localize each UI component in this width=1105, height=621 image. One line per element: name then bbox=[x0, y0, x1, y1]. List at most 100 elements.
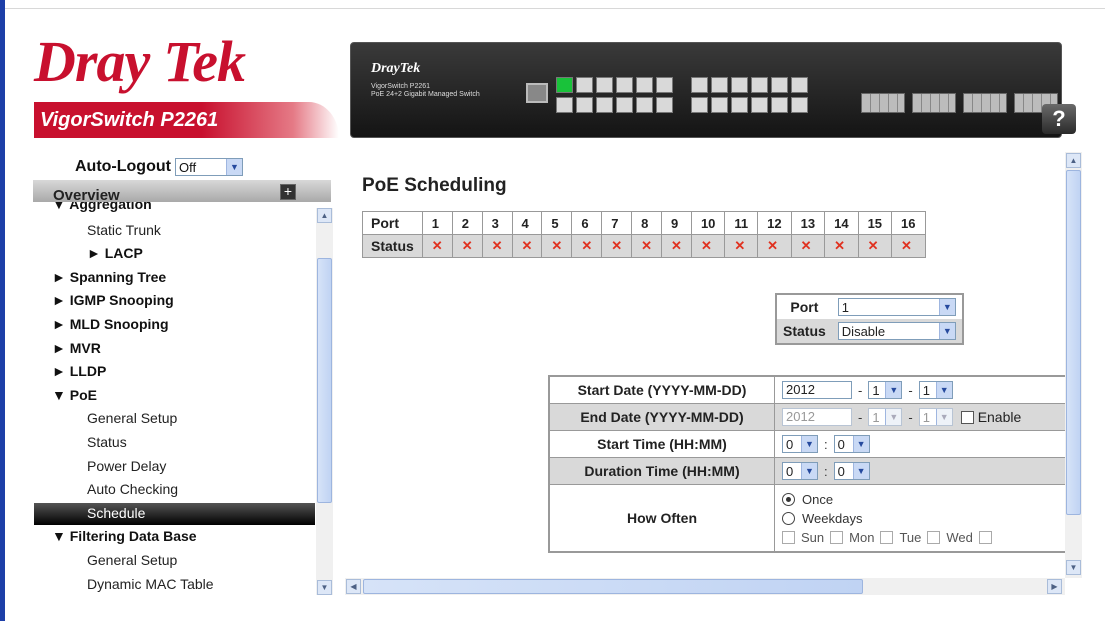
sun-checkbox[interactable] bbox=[782, 530, 795, 544]
scroll-up-icon[interactable]: ▲ bbox=[317, 208, 332, 223]
sidebar-item-filtering-data-base[interactable]: ▼ Filtering Data Base bbox=[52, 528, 197, 544]
sidebar-item-schedule[interactable]: Schedule bbox=[87, 505, 145, 521]
port-status-table: Port 1 2 3 4 5 6 7 8 9 10 11 12 13 14 15… bbox=[362, 211, 926, 258]
main-horizontal-scroll-thumb[interactable] bbox=[363, 579, 863, 594]
port-icon-5 bbox=[596, 77, 613, 93]
status-select-label: Status bbox=[776, 319, 832, 344]
port-number: 7 bbox=[601, 211, 633, 235]
scroll-up-icon[interactable]: ▲ bbox=[1066, 153, 1081, 168]
device-model-sub: PoE 24+2 Gigabit Managed Switch bbox=[371, 91, 480, 98]
port-icon-22 bbox=[771, 97, 788, 113]
scroll-down-icon[interactable]: ▼ bbox=[1066, 560, 1081, 575]
sun-label: Sun bbox=[801, 529, 825, 545]
start-month-value: 1 bbox=[872, 382, 880, 398]
scroll-down-icon[interactable]: ▼ bbox=[317, 580, 332, 595]
sidebar-item-aggregation[interactable]: ▼ Aggregation bbox=[52, 202, 152, 212]
start-time-label: Start Time (HH:MM) bbox=[548, 430, 775, 458]
status-x-icon: ✕ bbox=[857, 234, 893, 258]
enable-checkbox[interactable] bbox=[960, 410, 974, 424]
sidebar-item-lldp[interactable]: ► LLDP bbox=[52, 363, 106, 379]
sidebar-item-static-trunk[interactable]: Static Trunk bbox=[87, 222, 161, 238]
sfp-port-icon bbox=[861, 93, 905, 113]
main-vertical-scroll-thumb[interactable] bbox=[1066, 170, 1081, 515]
duration-minute-select[interactable]: 0 ▼ bbox=[833, 462, 870, 480]
sidebar-scrollbar[interactable]: ▲ ▼ bbox=[316, 208, 333, 595]
port-icon-24 bbox=[791, 97, 808, 113]
scroll-left-icon[interactable]: ◀ bbox=[346, 579, 361, 594]
sidebar-item-auto-checking[interactable]: Auto Checking bbox=[87, 481, 178, 497]
sidebar-item-poe[interactable]: ▼ PoE bbox=[52, 387, 97, 403]
port-icon-17 bbox=[731, 77, 748, 93]
status-x-icon: ✕ bbox=[451, 234, 483, 258]
start-hour-select[interactable]: 0 ▼ bbox=[782, 435, 818, 453]
sidebar-item-spanning-tree[interactable]: ► Spanning Tree bbox=[52, 269, 166, 285]
status-x-icon: ✕ bbox=[661, 234, 692, 258]
status-select[interactable]: Disable ▼ bbox=[837, 322, 956, 340]
port-status-select-table: Port 1 ▼ Status Disable ▼ bbox=[775, 293, 964, 345]
end-date-label: End Date (YYYY-MM-DD) bbox=[548, 403, 775, 431]
expand-plus-icon[interactable]: + bbox=[280, 184, 296, 200]
status-x-icon: ✕ bbox=[421, 234, 453, 258]
scroll-right-icon[interactable]: ▶ bbox=[1047, 579, 1062, 594]
sidebar-item-mld-snooping[interactable]: ► MLD Snooping bbox=[52, 316, 169, 332]
end-month-select[interactable]: 1 ▼ bbox=[868, 408, 903, 426]
sidebar-scroll-thumb[interactable] bbox=[317, 258, 332, 503]
mon-label: Mon bbox=[849, 529, 875, 545]
port-icon-20 bbox=[751, 97, 768, 113]
port-number: 6 bbox=[571, 211, 603, 235]
device-model-name: VigorSwitch P2261 bbox=[371, 83, 431, 90]
port-number: 3 bbox=[481, 211, 513, 235]
sidebar-item-power-delay[interactable]: Power Delay bbox=[87, 458, 166, 474]
wed-checkbox[interactable] bbox=[927, 530, 941, 544]
port-icon-16 bbox=[711, 97, 728, 113]
once-radio[interactable] bbox=[782, 492, 795, 506]
tue-label: Tue bbox=[899, 529, 922, 545]
status-x-icon: ✕ bbox=[790, 234, 826, 258]
port-icon-15 bbox=[711, 77, 728, 93]
port-group-1 bbox=[556, 77, 676, 117]
port-header: Port bbox=[362, 211, 423, 235]
start-year-input[interactable]: 2012 bbox=[782, 381, 852, 399]
end-year-input[interactable]: 2012 bbox=[782, 408, 852, 426]
chevron-down-icon: ▼ bbox=[938, 323, 955, 339]
sidebar-item-general-setup[interactable]: General Setup bbox=[87, 410, 177, 426]
thu-checkbox[interactable] bbox=[978, 530, 992, 544]
port-icon-12 bbox=[656, 97, 673, 113]
port-number: 16 bbox=[891, 211, 926, 235]
sidebar-item-lacp[interactable]: ► LACP bbox=[87, 245, 143, 261]
port-select[interactable]: 1 ▼ bbox=[837, 298, 956, 316]
auto-logout-value: Off bbox=[178, 159, 197, 175]
port-number: 13 bbox=[790, 211, 826, 235]
sidebar-item-mvr[interactable]: ► MVR bbox=[52, 340, 101, 356]
date-separator: - bbox=[858, 409, 863, 425]
tue-checkbox[interactable] bbox=[880, 530, 894, 544]
how-often-label: How Often bbox=[548, 484, 775, 553]
help-button[interactable]: ? bbox=[1042, 104, 1076, 134]
header: Dray Tek VigorSwitch P2261 DrayTek VigorS… bbox=[20, 22, 1100, 147]
sidebar-item-igmp-snooping[interactable]: ► IGMP Snooping bbox=[52, 292, 174, 308]
sidebar-item-dynamic-mac-table[interactable]: Dynamic MAC Table bbox=[87, 576, 214, 592]
duration-time-label: Duration Time (HH:MM) bbox=[548, 457, 775, 485]
sidebar-item-fdb-general-setup[interactable]: General Setup bbox=[87, 552, 177, 568]
schedule-table: Start Date (YYYY-MM-DD) 2012 - 1 ▼ - 1 ▼ E… bbox=[548, 375, 1065, 553]
end-day-select[interactable]: 1 ▼ bbox=[918, 408, 953, 426]
duration-hour-value: 0 bbox=[786, 463, 794, 479]
duration-hour-select[interactable]: 0 ▼ bbox=[782, 462, 818, 480]
weekdays-radio[interactable] bbox=[782, 511, 795, 525]
sidebar-item-status[interactable]: Status bbox=[87, 434, 127, 450]
status-x-icon: ✕ bbox=[891, 234, 926, 258]
start-month-select[interactable]: 1 ▼ bbox=[868, 381, 903, 399]
end-month-value: 1 bbox=[872, 409, 880, 425]
main-horizontal-scrollbar[interactable]: ◀ ▶ bbox=[345, 578, 1065, 595]
main-vertical-scrollbar[interactable]: ▲ ▼ bbox=[1065, 152, 1082, 578]
sidebar-nav: ▼ Aggregation Static Trunk ► LACP ► Span… bbox=[33, 202, 331, 595]
mon-checkbox[interactable] bbox=[830, 530, 844, 544]
auto-logout-select[interactable]: Off ▼ bbox=[174, 158, 243, 176]
status-x-icon: ✕ bbox=[690, 234, 726, 258]
chevron-down-icon: ▼ bbox=[801, 436, 817, 452]
start-minute-select[interactable]: 0 ▼ bbox=[833, 435, 870, 453]
start-day-select[interactable]: 1 ▼ bbox=[918, 381, 953, 399]
chevron-down-icon: ▼ bbox=[801, 463, 817, 479]
port-number: 4 bbox=[511, 211, 543, 235]
date-separator: - bbox=[858, 382, 863, 398]
